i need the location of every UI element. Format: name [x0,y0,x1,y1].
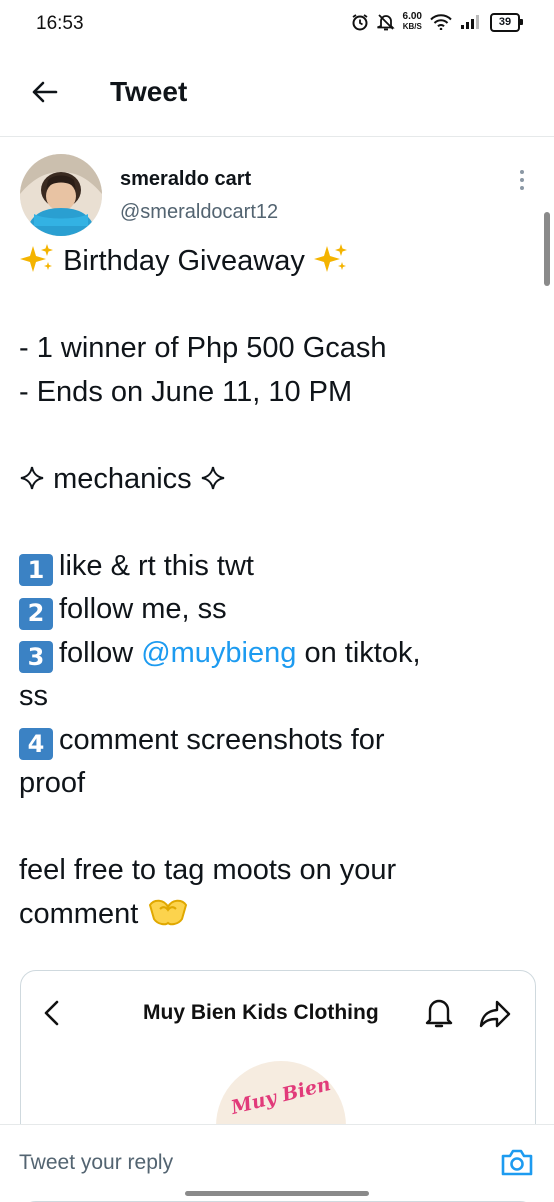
bell-icon[interactable] [425,997,453,1029]
bell-muted-icon [376,14,395,31]
mechanics-label: mechanics [53,462,192,495]
keycap-4-icon: 4 [19,728,53,761]
tweet-text: Birthday Giveaway - 1 winner of Php 500 … [19,240,529,936]
arrow-left-icon [32,81,58,103]
four-point-star-icon [20,466,44,489]
author-handle[interactable]: @smeraldocart12 [120,201,278,224]
reply-bar[interactable]: Tweet your reply [0,1124,554,1201]
signal-icon [461,15,479,29]
more-options-button[interactable] [514,168,530,192]
app-header: Tweet [0,52,554,137]
closing-line-2: comment [19,893,529,937]
more-vertical-icon [520,170,524,190]
camera-icon[interactable] [500,1147,534,1177]
status-time: 16:53 [36,13,84,34]
prize-line: - 1 winner of Php 500 Gcash [19,332,387,364]
keycap-3-icon: 3 [19,641,53,674]
giveaway-title: Birthday Giveaway [63,245,305,277]
avatar[interactable] [20,154,102,236]
ends-line: - Ends on June 11, 10 PM [19,375,353,408]
home-indicator[interactable] [185,1191,369,1196]
wifi-icon [430,14,452,30]
step-4: 4 comment screenshots for [19,719,529,763]
reply-input[interactable]: Tweet your reply [19,1151,173,1175]
scrollbar[interactable] [544,212,550,286]
status-icons: 6.00 KB/S 39 [351,12,523,32]
avatar-photo [20,154,102,236]
tweet-title-line: Birthday Giveaway [19,240,529,284]
author-name[interactable]: smeraldo cart [120,168,251,191]
step-1: 1 like & rt this twt [19,545,529,589]
keycap-1-icon: 1 [19,554,53,587]
page-title: Tweet [110,76,188,107]
sparkles-icon [313,244,347,272]
mention-link[interactable]: @muybieng [141,637,296,669]
sparkles-icon [20,244,53,272]
step-2-text: follow me, ss [59,593,227,625]
chevron-left-icon[interactable] [41,999,63,1027]
step-3: 3 follow @muybieng on tiktok, [19,632,529,676]
share-arrow-icon[interactable] [479,999,511,1029]
closing-line-1: feel free to tag moots on your [19,854,397,886]
net-speed: 6.00 KB/S [403,12,422,32]
step-4-text: comment screenshots for [59,723,385,756]
step-1-text: like & rt this twt [59,549,254,582]
heart-hands-icon [149,899,188,925]
mechanics-line: mechanics [19,458,529,502]
four-point-star-icon [201,466,224,489]
net-speed-unit: KB/S [402,22,422,31]
back-button[interactable] [26,74,62,110]
net-speed-value: 6.00 [402,11,422,22]
alarm-icon [352,14,368,31]
step-3-wrap: ss [19,680,48,712]
step-3-text-after: on tiktok, [296,636,421,669]
keycap-2-icon: 2 [19,597,53,630]
battery-icon: 39 [490,12,523,32]
closing-line-2-text: comment [19,897,139,930]
step-4-wrap: proof [19,767,86,799]
card-title: Muy Bien Kids Clothing [143,1001,379,1024]
step-3-text: follow [59,636,142,669]
status-bar: 16:53 6.00 KB/S 39 [0,0,554,52]
step-2: 2 follow me, ss [19,588,529,632]
